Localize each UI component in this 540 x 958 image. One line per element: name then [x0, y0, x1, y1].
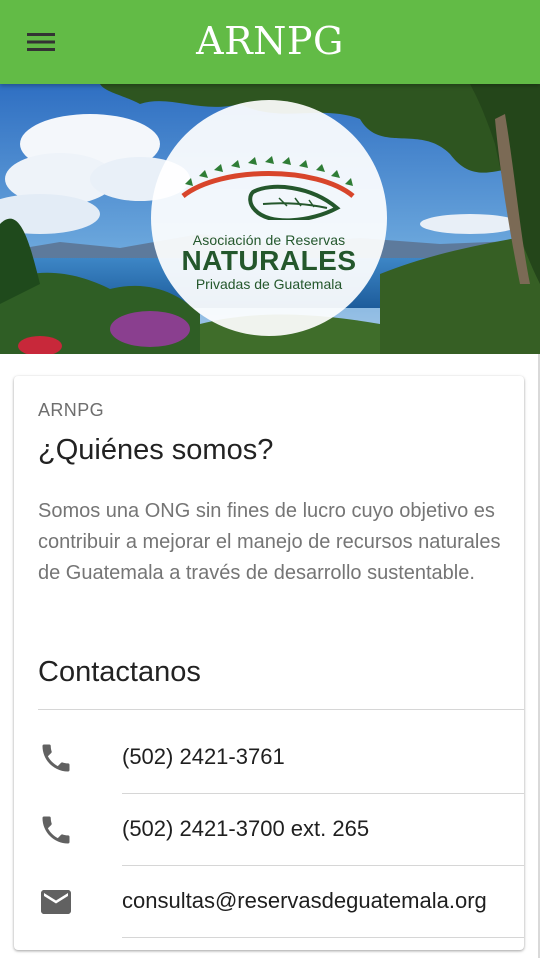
divider — [122, 937, 524, 938]
divider — [38, 709, 524, 710]
app-bar: ARNPG — [0, 0, 540, 84]
phone-icon — [42, 816, 70, 844]
card-title: ¿Quiénes somos? — [38, 434, 274, 466]
card-overline: ARNPG — [38, 400, 105, 420]
organization-logo: Asociación de Reservas NATURALES Privada… — [151, 100, 387, 336]
logo-line-2: NATURALES — [181, 245, 357, 276]
about-card: ARNPG ¿Quiénes somos? Somos una ONG sin … — [14, 376, 524, 950]
email-icon — [41, 890, 71, 914]
logo-emblem-icon — [181, 156, 355, 220]
logo-line-3: Privadas de Guatemala — [195, 276, 343, 292]
hero-banner: Asociación de Reservas NATURALES Privada… — [0, 84, 540, 354]
phone-icon — [42, 744, 70, 772]
contact-email: consultas@reservasdeguatemala.org — [122, 888, 487, 913]
app-title: ARNPG — [196, 19, 344, 63]
card-description: Somos una ONG sin fines de lucro cuyo ob… — [38, 500, 501, 584]
contact-phone-2: (502) 2421-3700 ext. 265 — [122, 816, 370, 841]
contact-heading: Contactanos — [38, 656, 201, 688]
contact-item-phone-2[interactable]: (502) 2421-3700 ext. 265 — [14, 794, 524, 866]
contact-item-email[interactable]: consultas@reservasdeguatemala.org — [14, 866, 524, 938]
contact-item-phone-1[interactable]: (502) 2421-3761 — [14, 722, 524, 794]
contact-phone-1: (502) 2421-3761 — [122, 744, 285, 769]
